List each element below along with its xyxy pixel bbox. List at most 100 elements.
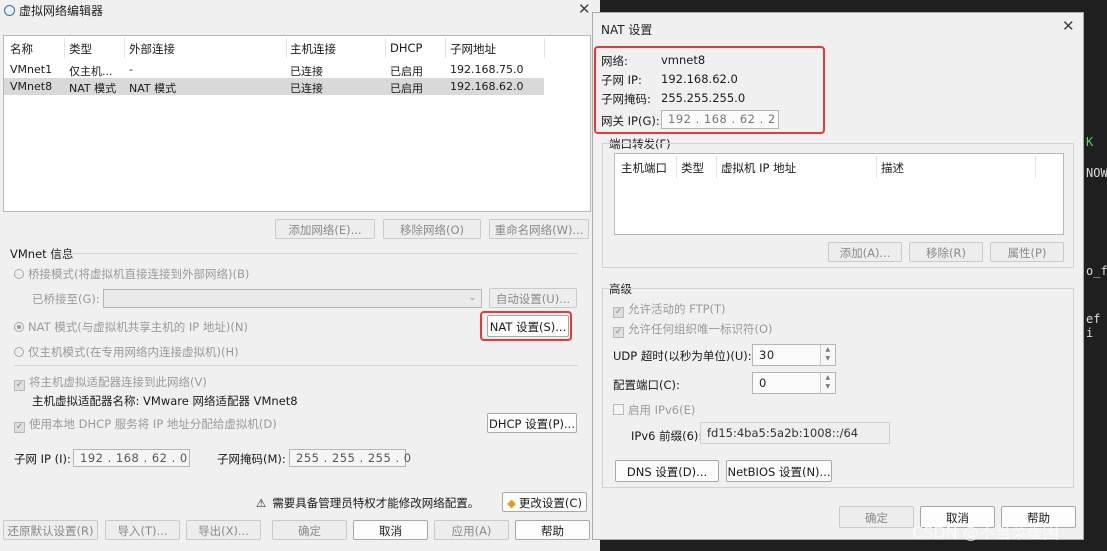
subnet-mask-label: 子网掩码(M): — [217, 452, 286, 466]
port-forwarding-table[interactable]: 主机端口 类型 虚拟机 IP 地址 描述 — [614, 153, 1064, 235]
highlight-box — [594, 46, 825, 134]
close-icon[interactable]: ✕ — [1062, 17, 1075, 35]
checkmark-icon: ✓ — [14, 422, 25, 433]
terminal-text: K — [1086, 135, 1094, 149]
cell: 仅主机... — [69, 65, 113, 78]
window-title: 虚拟网络编辑器 — [19, 4, 104, 18]
port-properties-button[interactable]: 属性(P) — [990, 242, 1064, 262]
cell: 已连接 — [290, 82, 323, 95]
subnet-mask-input[interactable]: 255 . 255 . 255 . 0 — [289, 449, 411, 467]
virtual-network-editor-window: 虚拟网络编辑器 ✕ 名称 类型 外部连接 主机连接 DHCP 子网地址 VMne… — [0, 0, 600, 551]
cell: NAT 模式 — [129, 82, 177, 95]
table-row-selected[interactable]: VMnet8 NAT 模式 NAT 模式 已连接 已启用 192.168.62.… — [4, 78, 544, 95]
connect-adapter-checkbox[interactable]: ✓ 将主机虚拟适配器连接到此网络(V) — [14, 374, 207, 391]
column-header[interactable]: 主机连接 — [290, 41, 336, 57]
config-port-label: 配置端口(C): — [613, 378, 680, 392]
close-icon[interactable]: ✕ — [578, 0, 591, 18]
ipv6-prefix-label: IPv6 前缀(6): — [631, 429, 703, 443]
radio-icon — [14, 269, 24, 279]
cell: VMnet1 — [10, 63, 53, 76]
config-port-input[interactable]: 0 ▲ ▼ — [752, 372, 836, 394]
add-port-button[interactable]: 添加(A)... — [828, 242, 902, 262]
subnet-ip-input[interactable]: 192 . 168 . 62 . 0 — [73, 449, 190, 467]
udp-timeout-value: 30 — [759, 348, 775, 362]
admin-notice: ⚠ 需要具备管理员特权才能修改网络配置。 — [256, 495, 479, 511]
column-header[interactable]: DHCP — [390, 41, 422, 55]
udp-timeout-input[interactable]: 30 ▲ ▼ — [752, 344, 836, 366]
change-settings-button[interactable]: ◆ 更改设置(C) — [502, 492, 587, 512]
terminal-text: o_f — [1086, 264, 1107, 278]
change-settings-label: 更改设置(C) — [518, 496, 582, 510]
remove-network-button[interactable]: 移除网络(O) — [383, 219, 481, 239]
network-table[interactable]: 名称 类型 外部连接 主机连接 DHCP 子网地址 VMnet1 仅主机... … — [3, 35, 591, 212]
use-dhcp-label: 使用本地 DHCP 服务将 IP 地址分配给虚拟机(D) — [29, 417, 277, 431]
allow-ftp-checkbox[interactable]: ✓ 允许活动的 FTP(T) — [613, 301, 726, 318]
nat-mode-radio[interactable]: NAT 模式(与虚拟机共享主机的 IP 地址)(N) — [14, 319, 248, 335]
cell: 已连接 — [290, 65, 323, 78]
remove-port-button[interactable]: 移除(R) — [909, 242, 983, 262]
cell: 192.168.62.0 — [450, 80, 524, 93]
table-row[interactable]: VMnet1 仅主机... - 已连接 已启用 192.168.75.0 — [4, 61, 544, 78]
watermark: CSDN @不当菜虚困 — [912, 523, 1059, 542]
adapter-name-label: 主机虚拟适配器名称: VMware 网络适配器 VMnet8 — [32, 394, 298, 408]
radio-selected-icon — [14, 322, 24, 332]
checkmark-icon: ✓ — [613, 327, 624, 338]
ok-button[interactable]: 确定 — [272, 520, 347, 540]
ok-button[interactable]: 确定 — [839, 506, 914, 528]
warning-icon: ⚠ — [256, 496, 267, 510]
auto-settings-button[interactable]: 自动设置(U)... — [489, 288, 577, 308]
globe-icon — [4, 5, 15, 16]
window-title-bar: 虚拟网络编辑器 — [4, 2, 103, 19]
ipv6-prefix-input[interactable]: fd15:4ba5:5a2b:1008::/64 — [700, 422, 890, 444]
host-only-label: 仅主机模式(在专用网络内连接虚拟机)(H) — [28, 345, 239, 359]
netbios-settings-button[interactable]: NetBIOS 设置(N)... — [726, 460, 832, 482]
subnet-ip-label: 子网 IP (I): — [14, 452, 71, 466]
dns-settings-button[interactable]: DNS 设置(D)... — [615, 460, 719, 482]
column-header[interactable]: 名称 — [10, 41, 33, 57]
cell: 已启用 — [390, 65, 423, 78]
bridged-label: 桥接模式(将虚拟机直接连接到外部网络)(B) — [28, 267, 250, 281]
use-dhcp-checkbox[interactable]: ✓ 使用本地 DHCP 服务将 IP 地址分配给虚拟机(D) — [14, 416, 277, 433]
restore-defaults-button[interactable]: 还原默认设置(R) — [3, 520, 98, 540]
bridged-to-label: 已桥接至(G): — [32, 292, 100, 306]
help-button[interactable]: 帮助 — [515, 520, 590, 540]
apply-button[interactable]: 应用(A) — [434, 520, 509, 540]
column-header[interactable]: 外部连接 — [129, 41, 175, 57]
add-network-button[interactable]: 添加网络(E)... — [275, 219, 375, 239]
spinner-icon[interactable]: ▲ ▼ — [820, 345, 835, 365]
bridged-to-select[interactable]: ⌄ — [103, 289, 482, 308]
connect-adapter-label: 将主机虚拟适配器连接到此网络(V) — [29, 375, 207, 389]
column-header[interactable]: 主机端口 — [621, 160, 667, 176]
checkmark-icon: ✓ — [14, 380, 25, 391]
cell: VMnet8 — [10, 80, 53, 93]
admin-notice-text: 需要具备管理员特权才能修改网络配置。 — [272, 496, 480, 510]
vmnet-info-label: VMnet 信息 — [10, 247, 74, 261]
terminal-text: ef i — [1086, 312, 1101, 340]
column-header[interactable]: 类型 — [69, 41, 92, 57]
column-header[interactable]: 类型 — [681, 160, 704, 176]
cell: NAT 模式 — [69, 82, 117, 95]
cell: 192.168.75.0 — [450, 63, 524, 76]
spinner-icon[interactable]: ▲ ▼ — [820, 373, 835, 393]
column-header[interactable]: 描述 — [881, 160, 904, 176]
enable-ipv6-label: 启用 IPv6(E) — [628, 403, 696, 417]
nat-mode-label: NAT 模式(与虚拟机共享主机的 IP 地址)(N) — [28, 320, 248, 334]
bridged-mode-radio[interactable]: 桥接模式(将虚拟机直接连接到外部网络)(B) — [14, 266, 249, 282]
import-button[interactable]: 导入(T)... — [105, 520, 180, 540]
checkmark-icon: ✓ — [613, 307, 624, 318]
checkbox-icon — [613, 404, 624, 415]
cell: 已启用 — [390, 82, 423, 95]
config-port-value: 0 — [759, 376, 767, 390]
enable-ipv6-checkbox[interactable]: 启用 IPv6(E) — [613, 402, 695, 418]
chevron-down-icon: ⌄ — [468, 292, 477, 303]
column-header[interactable]: 虚拟机 IP 地址 — [721, 160, 796, 176]
column-header[interactable]: 子网地址 — [450, 41, 496, 57]
cancel-button[interactable]: 取消 — [353, 520, 428, 540]
dhcp-settings-button[interactable]: DHCP 设置(P)... — [487, 413, 577, 433]
cell: - — [129, 63, 133, 76]
rename-network-button[interactable]: 重命名网络(W)... — [489, 219, 589, 239]
export-button[interactable]: 导出(X)... — [186, 520, 261, 540]
allow-uuid-checkbox[interactable]: ✓ 允许任何组织唯一标识符(O) — [613, 321, 773, 338]
nat-settings-dialog: NAT 设置 ✕ 网络: vmnet8 子网 IP: 192.168.62.0 … — [592, 12, 1084, 540]
host-only-radio[interactable]: 仅主机模式(在专用网络内连接虚拟机)(H) — [14, 344, 239, 360]
